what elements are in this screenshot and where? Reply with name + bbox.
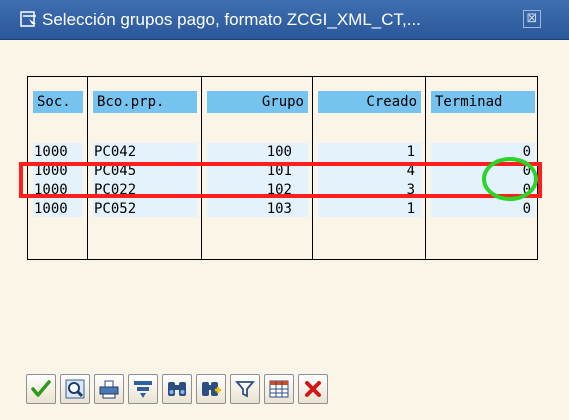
find-icon[interactable] [162, 374, 192, 404]
sort-icon[interactable] [128, 374, 158, 404]
column-header-soc[interactable]: Soc. [33, 91, 83, 113]
title-bar[interactable]: Selección grupos pago, formato ZCGI_XML_… [0, 0, 569, 40]
filter-icon[interactable] [230, 374, 260, 404]
table-row-4-terminad[interactable]: 0 [431, 200, 531, 218]
table-row-1-soc[interactable]: 1000 [34, 143, 84, 161]
checkmark-icon[interactable] [26, 374, 56, 404]
table-row-1-grupo[interactable]: 100 [207, 143, 292, 161]
close-icon[interactable]: ⊠ [523, 10, 541, 28]
table-row-4-bco[interactable]: PC052 [94, 200, 194, 218]
highlighted-cell-annotation [482, 157, 538, 201]
cancel-icon[interactable] [298, 374, 328, 404]
layout-grid-icon[interactable] [264, 374, 294, 404]
table-row-1-creado[interactable]: 1 [318, 143, 415, 161]
table-row-4-grupo[interactable]: 103 [207, 200, 292, 218]
table-row-4-soc[interactable]: 1000 [34, 200, 84, 218]
highlighted-row-annotation [19, 162, 542, 198]
print-icon[interactable] [94, 374, 124, 404]
column-header-grupo[interactable]: Grupo [207, 91, 308, 113]
window-menu-icon[interactable] [20, 11, 38, 28]
table-row-4-creado[interactable]: 1 [318, 200, 415, 218]
table-row-1-bco[interactable]: PC042 [94, 143, 194, 161]
column-header-bco-prp[interactable]: Bco.prp. [93, 91, 197, 113]
window-title: Selección grupos pago, formato ZCGI_XML_… [42, 10, 421, 29]
detail-search-icon[interactable] [60, 374, 90, 404]
dialog-window: Selección grupos pago, formato ZCGI_XML_… [0, 0, 569, 420]
column-header-terminad[interactable]: Terminad [431, 91, 535, 113]
column-header-creado[interactable]: Creado [318, 91, 421, 113]
find-next-icon[interactable] [196, 374, 226, 404]
